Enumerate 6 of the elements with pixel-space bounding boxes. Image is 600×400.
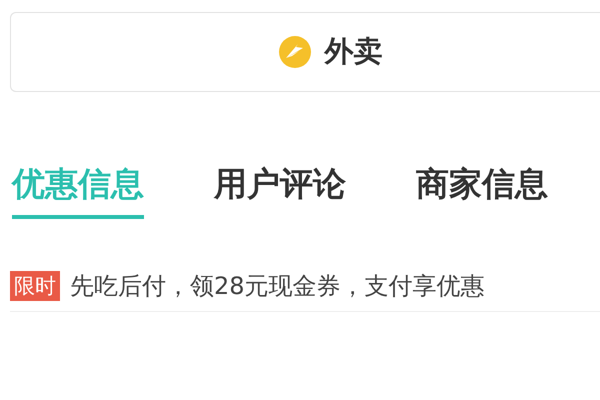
- tab[interactable]: 商家信息: [416, 162, 548, 219]
- promo-text: 先吃后付，领28元现金券，支付享优惠: [70, 271, 485, 302]
- tab[interactable]: 用户评论: [214, 162, 346, 219]
- promo-tag: 限时: [10, 271, 60, 301]
- delivery-icon: [278, 36, 310, 68]
- delivery-button[interactable]: 外卖: [10, 12, 600, 92]
